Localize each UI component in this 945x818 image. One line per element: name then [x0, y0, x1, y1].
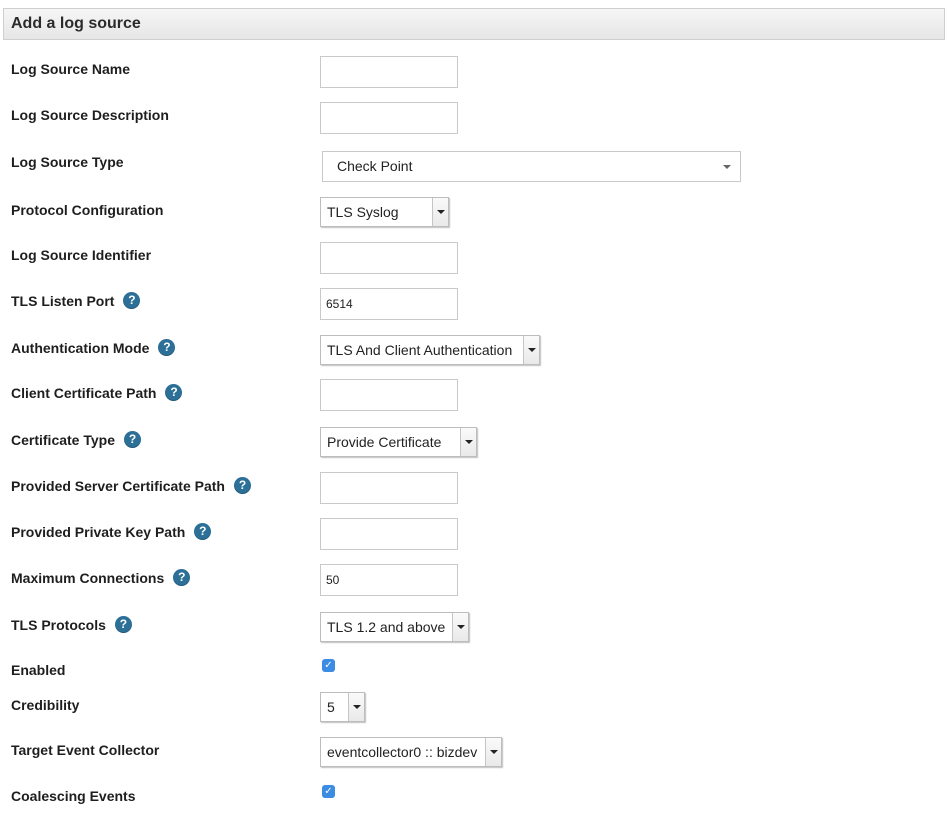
provided-private-key-path-input[interactable] [320, 518, 458, 550]
tls-protocols-select[interactable]: TLS 1.2 and above [320, 612, 469, 642]
log-source-type-label: Log Source Type [11, 154, 124, 170]
protocol-configuration-label: Protocol Configuration [11, 202, 164, 218]
protocol-configuration-select[interactable]: TLS Syslog [320, 197, 449, 227]
client-certificate-path-label: Client Certificate Path ? [11, 384, 183, 401]
protocol-configuration-value: TLS Syslog [327, 204, 399, 220]
target-event-collector-select[interactable]: eventcollector0 :: bizdev [320, 737, 502, 767]
dropdown-arrow-icon [452, 613, 468, 641]
maximum-connections-label: Maximum Connections ? [11, 569, 191, 586]
provided-server-certificate-path-label: Provided Server Certificate Path ? [11, 477, 251, 494]
provided-private-key-path-label: Provided Private Key Path ? [11, 523, 212, 540]
authentication-mode-value: TLS And Client Authentication [327, 342, 513, 358]
form-header: Add a log source [3, 8, 945, 40]
dropdown-arrow-icon [348, 693, 364, 721]
dropdown-arrow-icon [460, 428, 476, 456]
log-source-name-input[interactable] [320, 56, 458, 88]
certificate-type-select[interactable]: Provide Certificate [320, 427, 477, 457]
provided-server-certificate-path-input[interactable] [320, 472, 458, 504]
log-source-identifier-label: Log Source Identifier [11, 247, 152, 263]
tls-listen-port-input[interactable] [320, 288, 458, 320]
credibility-label: Credibility [11, 697, 80, 713]
credibility-value: 5 [327, 699, 335, 715]
help-icon[interactable]: ? [123, 292, 141, 309]
log-source-identifier-input[interactable] [320, 242, 458, 274]
enabled-label: Enabled [11, 662, 66, 678]
dropdown-arrow-icon [432, 198, 448, 226]
credibility-select[interactable]: 5 [320, 692, 365, 722]
tls-protocols-label: TLS Protocols ? [11, 616, 132, 633]
help-icon[interactable]: ? [114, 616, 132, 633]
client-certificate-path-input[interactable] [320, 379, 458, 411]
log-source-description-label: Log Source Description [11, 107, 169, 123]
log-source-type-value: Check Point [337, 158, 413, 174]
help-icon[interactable]: ? [165, 384, 183, 401]
chevron-down-icon [723, 165, 731, 169]
help-icon[interactable]: ? [124, 431, 141, 448]
coalescing-events-label: Coalescing Events [11, 788, 136, 804]
target-event-collector-label: Target Event Collector [11, 742, 160, 758]
authentication-mode-select[interactable]: TLS And Client Authentication [320, 335, 540, 365]
coalescing-events-checkbox[interactable]: ✓ [322, 785, 335, 798]
enabled-checkbox[interactable]: ✓ [322, 659, 335, 672]
help-icon[interactable]: ? [158, 339, 176, 356]
dropdown-arrow-icon [523, 336, 539, 364]
maximum-connections-input[interactable] [320, 564, 458, 596]
certificate-type-label: Certificate Type ? [11, 431, 141, 448]
tls-protocols-value: TLS 1.2 and above [327, 619, 446, 635]
help-icon[interactable]: ? [194, 523, 212, 540]
log-source-type-select[interactable]: Check Point [322, 151, 741, 182]
certificate-type-value: Provide Certificate [327, 434, 442, 450]
log-source-description-input[interactable] [320, 102, 458, 134]
form-title: Add a log source [11, 15, 141, 32]
tls-listen-port-label: TLS Listen Port ? [11, 292, 141, 309]
target-event-collector-value: eventcollector0 :: bizdev [327, 744, 478, 760]
dropdown-arrow-icon [485, 738, 501, 766]
authentication-mode-label: Authentication Mode ? [11, 339, 176, 356]
help-icon[interactable]: ? [233, 477, 251, 494]
help-icon[interactable]: ? [173, 569, 191, 586]
log-source-name-label: Log Source Name [11, 61, 131, 77]
